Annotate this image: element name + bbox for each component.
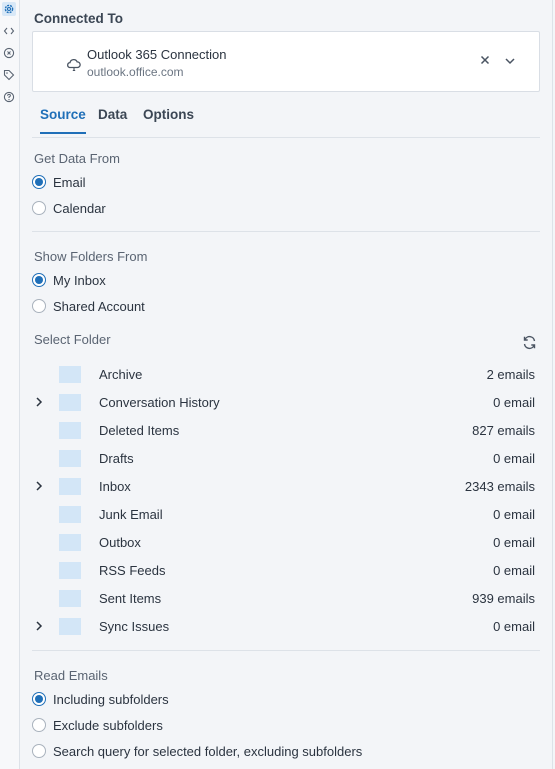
folder-icon (59, 366, 81, 383)
divider (32, 650, 540, 651)
folder-icon (59, 450, 81, 467)
show-folders-from-title: Show Folders From (34, 249, 148, 264)
folder-count: 2343 emails (464, 479, 535, 494)
folder-row-outbox[interactable]: Outbox 0 email (32, 528, 538, 556)
radio-button[interactable] (32, 718, 46, 732)
folder-count: 0 email (493, 451, 535, 466)
tag-icon[interactable] (2, 68, 16, 82)
radio-email[interactable]: Email (32, 172, 86, 192)
folder-name: Drafts (99, 451, 134, 466)
radio-label: Search query for selected folder, exclud… (53, 743, 363, 759)
connection-host: outlook.office.com (87, 65, 184, 79)
tab-bar: Source Data Options (32, 100, 540, 138)
chevron-right-icon[interactable] (34, 396, 44, 408)
folder-row-conversation-history[interactable]: Conversation History 0 email (32, 388, 538, 416)
folder-icon (59, 478, 81, 495)
folder-icon (59, 590, 81, 607)
radio-button[interactable] (32, 201, 46, 215)
radio-label: Shared Account (53, 298, 145, 314)
folder-row-archive[interactable]: Archive 2 emails (32, 360, 538, 388)
radio-button[interactable] (32, 692, 46, 706)
radio-my-inbox[interactable]: My Inbox (32, 270, 106, 290)
folder-name: Archive (99, 367, 143, 382)
radio-including-subfolders[interactable]: Including subfolders (32, 689, 169, 709)
radio-label: Email (53, 174, 86, 190)
folder-name: Deleted Items (99, 423, 180, 438)
radio-label: Calendar (53, 200, 106, 216)
folder-name: Junk Email (99, 507, 163, 522)
get-data-from-title: Get Data From (34, 151, 120, 166)
chevron-down-icon[interactable] (503, 54, 517, 68)
radio-button[interactable] (32, 175, 46, 189)
radio-exclude-subfolders[interactable]: Exclude subfolders (32, 715, 163, 735)
connection-name: Outlook 365 Connection (87, 47, 227, 62)
folder-name: Conversation History (99, 395, 220, 410)
settings-panel: Connected To Outlook 365 Connection outl… (20, 0, 553, 769)
radio-calendar[interactable]: Calendar (32, 198, 106, 218)
folder-row-inbox[interactable]: Inbox 2343 emails (32, 472, 538, 500)
divider (32, 231, 540, 232)
chevron-right-icon[interactable] (34, 620, 44, 632)
clear-icon[interactable] (478, 53, 492, 67)
folder-name: Sync Issues (99, 619, 170, 634)
folder-row-junk-email[interactable]: Junk Email 0 email (32, 500, 538, 528)
folder-count: 2 emails (486, 367, 535, 382)
folder-row-rss-feeds[interactable]: RSS Feeds 0 email (32, 556, 538, 584)
radio-search-query[interactable]: Search query for selected folder, exclud… (32, 741, 362, 761)
icon-rail (0, 0, 20, 769)
connected-to-title: Connected To (34, 11, 123, 26)
refresh-icon[interactable] (521, 334, 538, 351)
radio-label: Exclude subfolders (53, 717, 163, 733)
folder-icon (59, 618, 81, 635)
folder-icon (59, 562, 81, 579)
folder-count: 827 emails (472, 423, 535, 438)
gear-icon[interactable] (2, 2, 16, 16)
folder-count: 0 email (493, 535, 535, 550)
tab-options[interactable]: Options (143, 107, 194, 132)
code-icon[interactable] (2, 24, 16, 38)
connection-selector[interactable]: Outlook 365 Connection outlook.office.co… (32, 31, 540, 92)
folder-icon (59, 534, 81, 551)
tab-source[interactable]: Source (40, 107, 86, 134)
folder-icon (59, 506, 81, 523)
radio-shared-account[interactable]: Shared Account (32, 296, 145, 316)
folder-name: Sent Items (99, 591, 162, 606)
radio-button[interactable] (32, 273, 46, 287)
folder-count: 0 email (493, 619, 535, 634)
folder-name: RSS Feeds (99, 563, 166, 578)
radio-button[interactable] (32, 744, 46, 758)
select-folder-title: Select Folder (34, 332, 111, 347)
folder-icon (59, 422, 81, 439)
folder-row-sent-items[interactable]: Sent Items 939 emails (32, 584, 538, 612)
folder-count: 939 emails (472, 591, 535, 606)
cloud-icon (65, 55, 83, 73)
read-emails-title: Read Emails (34, 668, 108, 683)
folder-count: 0 email (493, 507, 535, 522)
folder-row-deleted-items[interactable]: Deleted Items 827 emails (32, 416, 538, 444)
folder-name: Inbox (99, 479, 131, 494)
folder-row-drafts[interactable]: Drafts 0 email (32, 444, 538, 472)
folder-name: Outbox (99, 535, 141, 550)
radio-label: Including subfolders (53, 691, 169, 707)
tab-data[interactable]: Data (98, 107, 127, 132)
folder-count: 0 email (493, 395, 535, 410)
radio-button[interactable] (32, 299, 46, 313)
folder-icon (59, 394, 81, 411)
chevron-right-icon[interactable] (34, 480, 44, 492)
plug-icon[interactable] (2, 46, 16, 60)
folder-count: 0 email (493, 563, 535, 578)
help-icon[interactable] (2, 90, 16, 104)
folder-row-sync-issues[interactable]: Sync Issues 0 email (32, 612, 538, 640)
radio-label: My Inbox (53, 272, 106, 288)
